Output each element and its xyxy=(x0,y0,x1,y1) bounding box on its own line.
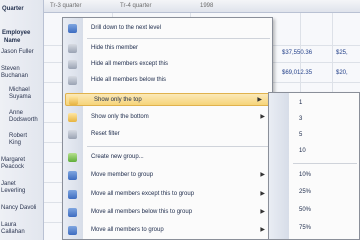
move-below-icon xyxy=(68,208,77,217)
row-header-member[interactable]: Anne xyxy=(9,110,53,117)
menu-item-move-except[interactable]: Move all members except this to group ▶ xyxy=(63,188,272,201)
column-header[interactable]: Tr-3 quarter xyxy=(50,3,81,9)
row-header-member[interactable]: Jason Fuller xyxy=(1,49,45,56)
submenu-arrow-icon: ▶ xyxy=(257,97,262,103)
submenu-item-count[interactable]: 3 xyxy=(269,112,359,126)
menu-item-reset-filter[interactable]: Reset filter xyxy=(63,128,272,141)
row-header-member: Peacock xyxy=(1,164,25,170)
submenu-item-count[interactable]: 10 xyxy=(269,144,359,158)
hide-below-icon xyxy=(68,76,77,85)
reset-filter-icon xyxy=(68,130,77,139)
column-header[interactable]: Tr-4 quarter xyxy=(120,3,151,9)
row-header-member[interactable]: Laura xyxy=(1,222,45,229)
submenu-item-percent[interactable]: 75% xyxy=(269,221,359,235)
submenu-arrow-icon: ▶ xyxy=(260,172,265,178)
menu-item-label: Hide all members below this xyxy=(91,77,167,83)
new-group-icon xyxy=(68,153,77,162)
context-menu: Drill down to the next level Hide this m… xyxy=(62,17,273,240)
menu-item-label: Reset filter xyxy=(91,131,120,137)
menu-item-hide-member[interactable]: Hide this member xyxy=(63,42,272,55)
move-all-icon xyxy=(68,226,77,235)
row-header-column: Quarter Employee Name Jason Fuller Steve… xyxy=(0,0,44,240)
menu-item-label: Hide all members except this xyxy=(91,61,169,67)
hide-member-icon xyxy=(68,44,77,53)
submenu-item-count[interactable]: 1 xyxy=(269,96,359,110)
menu-item-hide-below[interactable]: Hide all members below this xyxy=(63,74,272,87)
submenu-arrow-icon: ▶ xyxy=(260,114,265,120)
row-header-member: Leverling xyxy=(1,188,26,194)
menu-item-label: Hide this member xyxy=(91,45,139,51)
menu-item-create-group[interactable]: Create new group... xyxy=(63,151,272,164)
row-header-member: Dodsworth xyxy=(9,117,38,123)
menu-item-show-bottom[interactable]: Show only the bottom ▶ xyxy=(63,111,272,124)
column-header[interactable]: 1998 xyxy=(200,3,213,9)
row-header-member: Suyama xyxy=(9,94,32,100)
row-header-name: Name xyxy=(4,38,21,44)
menu-item-label: Show only the top xyxy=(94,97,142,103)
hide-except-icon xyxy=(68,60,77,69)
menu-item-move-all[interactable]: Move all members to group ▶ xyxy=(63,224,272,237)
menu-item-move-below[interactable]: Move all members below this to group ▶ xyxy=(63,206,272,219)
move-member-icon xyxy=(68,171,77,180)
menu-item-label: Show only the bottom xyxy=(91,114,149,120)
menu-item-label: Create new group... xyxy=(91,154,144,160)
drill-down-icon xyxy=(68,24,77,33)
row-header-employee[interactable]: Employee xyxy=(2,30,46,37)
menu-item-label: Move all members below this to group xyxy=(91,209,193,215)
menu-item-label: Move all members to group xyxy=(91,227,164,233)
show-top-icon xyxy=(69,96,78,105)
value-cell[interactable]: $69,012.35 xyxy=(282,70,312,76)
show-top-submenu: 1 3 5 10 10% 25% 50% 75% xyxy=(268,92,360,240)
menu-item-label: Move member to group xyxy=(91,172,154,178)
value-cell[interactable]: $25, xyxy=(336,50,348,56)
value-cell[interactable]: $20, xyxy=(336,70,348,76)
submenu-arrow-icon: ▶ xyxy=(260,209,265,215)
submenu-item-percent[interactable]: 50% xyxy=(269,203,359,217)
show-bottom-icon xyxy=(68,113,77,122)
menu-item-move-member[interactable]: Move member to group ▶ xyxy=(63,169,272,182)
row-header-member[interactable]: Nancy Davoli xyxy=(1,205,45,212)
submenu-item-percent[interactable]: 10% xyxy=(269,168,359,182)
menu-item-hide-except[interactable]: Hide all members except this xyxy=(63,58,272,71)
row-header-member[interactable]: Margaret xyxy=(1,157,45,164)
row-header-member: King xyxy=(9,140,22,146)
menu-item-drill-down[interactable]: Drill down to the next level xyxy=(63,22,272,35)
row-header-member[interactable]: Janet xyxy=(1,181,45,188)
menu-item-label: Move all members except this to group xyxy=(91,191,195,197)
submenu-arrow-icon: ▶ xyxy=(260,191,265,197)
row-header-member: Callahan xyxy=(1,229,25,235)
row-header-quarter[interactable]: Quarter xyxy=(2,6,46,13)
submenu-item-percent[interactable]: 25% xyxy=(269,185,359,199)
row-header-member: Buchanan xyxy=(1,73,29,79)
row-header-member[interactable]: Steven xyxy=(1,66,45,73)
value-cell[interactable]: $37,550.36 xyxy=(282,50,312,56)
column-header-bar: Tr-3 quarter Tr-4 quarter 1998 xyxy=(0,0,360,13)
menu-item-label: Drill down to the next level xyxy=(91,25,162,31)
menu-item-show-top[interactable]: Show only the top ▶ xyxy=(65,93,270,106)
move-except-icon xyxy=(68,190,77,199)
row-header-member[interactable]: Robert xyxy=(9,133,53,140)
submenu-item-count[interactable]: 5 xyxy=(269,128,359,142)
submenu-arrow-icon: ▶ xyxy=(260,227,265,233)
row-header-member[interactable]: Michael xyxy=(9,87,53,94)
